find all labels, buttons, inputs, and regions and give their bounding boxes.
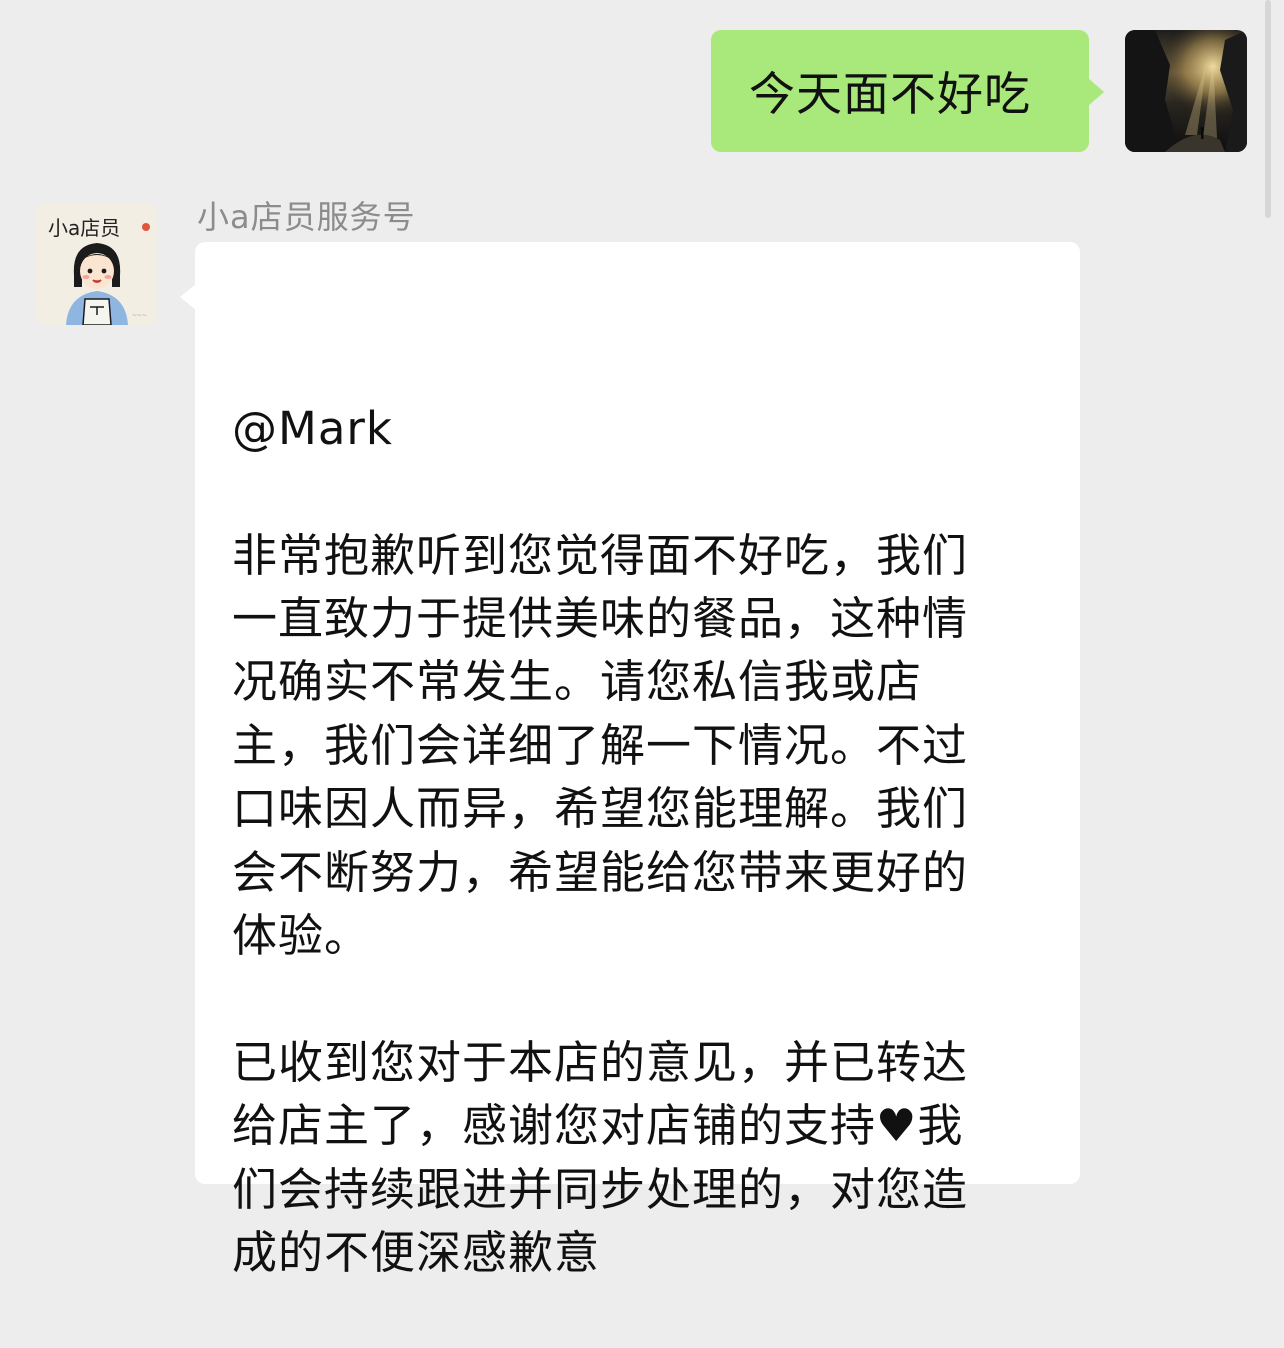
mountain-light-photo-avatar-icon	[1125, 30, 1247, 152]
bot-avatar[interactable]: 小a店员 ~~~	[36, 203, 158, 325]
avatar-label: 小a店员	[48, 216, 120, 240]
scrollbar[interactable]	[1265, 0, 1271, 218]
cartoon-clerk-girl-avatar-icon: 小a店员 ~~~	[36, 203, 158, 325]
incoming-bubble-tail	[180, 284, 196, 310]
outgoing-message-bubble[interactable]: 今天面不好吃	[711, 30, 1089, 152]
outgoing-message-text: 今天面不好吃	[749, 67, 1031, 121]
sender-name: 小a店员服务号	[197, 198, 416, 236]
svg-text:~~~: ~~~	[132, 312, 147, 319]
my-avatar[interactable]	[1125, 30, 1247, 152]
incoming-message-text: @Mark 非常抱歉听到您觉得面不好吃，我们 一直致力于提供美味的餐品，这种情 …	[232, 401, 969, 1280]
outgoing-bubble-tail	[1088, 78, 1104, 106]
incoming-message-bubble[interactable]: @Mark 非常抱歉听到您觉得面不好吃，我们 一直致力于提供美味的餐品，这种情 …	[195, 242, 1080, 1279]
